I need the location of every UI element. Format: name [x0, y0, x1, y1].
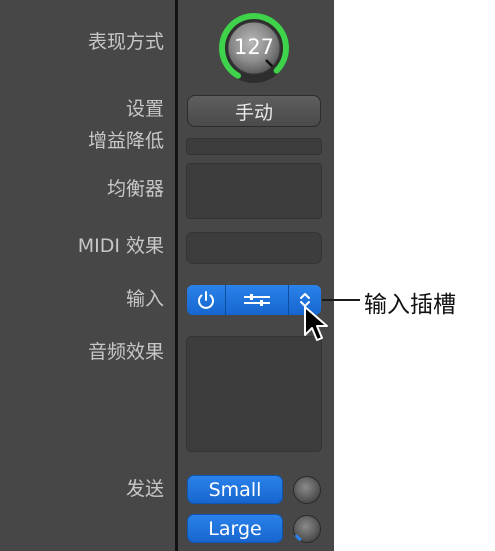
send-level-knob-large[interactable]: [293, 515, 321, 543]
send-button-small[interactable]: Small: [187, 475, 283, 504]
gain-reduction-meter: [186, 138, 322, 155]
knob-value: 127: [233, 35, 275, 59]
label-gain-reduction: 增益降低: [87, 130, 164, 152]
settings-manual-button[interactable]: 手动: [187, 95, 321, 127]
send-knob-indicator: [294, 534, 302, 542]
callout-label: 输入插槽: [364, 292, 456, 318]
eq-display[interactable]: [186, 163, 322, 219]
sliders-icon: [244, 294, 270, 306]
label-sends: 发送: [125, 478, 164, 500]
callout-line: [322, 299, 360, 301]
label-mode: 表现方式: [87, 31, 164, 53]
label-midi-fx: MIDI 效果: [77, 235, 164, 257]
label-eq: 均衡器: [106, 178, 164, 200]
audio-fx-slot[interactable]: [186, 336, 322, 452]
label-settings: 设置: [125, 98, 164, 120]
panel-divider: [175, 0, 178, 551]
label-input: 输入: [125, 288, 164, 310]
input-power-button[interactable]: [187, 285, 225, 315]
send-level-knob-small[interactable]: [293, 476, 321, 504]
mouse-pointer-icon: [304, 306, 328, 341]
label-audio-fx: 音频效果: [87, 341, 164, 363]
volume-knob[interactable]: 127: [218, 12, 290, 84]
send-button-large[interactable]: Large: [187, 514, 283, 543]
midi-fx-slot[interactable]: [186, 232, 322, 264]
power-icon: [198, 291, 214, 309]
input-plugin-button[interactable]: [226, 285, 288, 315]
